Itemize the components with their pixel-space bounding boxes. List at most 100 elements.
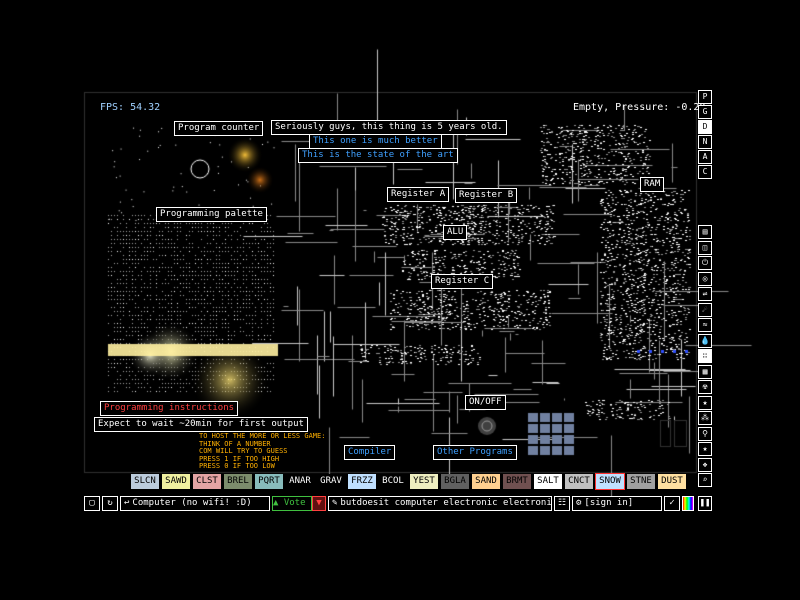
report-button[interactable]: ☷ bbox=[554, 496, 570, 511]
tag-icon: ✎ bbox=[332, 498, 338, 508]
folder-icon: ▢ bbox=[89, 498, 95, 508]
element-button-salt[interactable]: SALT bbox=[534, 474, 562, 489]
side-button-n[interactable]: N bbox=[698, 135, 712, 149]
element-button-sand[interactable]: SAND bbox=[472, 474, 500, 489]
tools-icon: ⚲ bbox=[702, 428, 708, 438]
element-button-bcol[interactable]: BCOL bbox=[379, 474, 407, 489]
sign-compiler[interactable]: Compiler bbox=[344, 445, 396, 460]
instructions-note: TO HOST THE MORE OR LESS GAME: THINK OF … bbox=[199, 432, 326, 470]
bottom-bar: ▢ ↻ ↩ Computer (no wifi! :D) ▲ Vote ▼ ✎ bu… bbox=[84, 496, 714, 511]
category-sensors-button[interactable]: ◎ bbox=[698, 271, 712, 286]
special-icon: ★ bbox=[702, 397, 708, 407]
category-electronics-button[interactable]: ◫ bbox=[698, 240, 712, 255]
tags-button[interactable]: ✎ butdoesit computer electronic electroni… bbox=[328, 496, 552, 511]
fps-counter: FPS: 54.32 bbox=[100, 102, 161, 113]
element-button-sawd[interactable]: SAWD bbox=[162, 474, 190, 489]
liquids-icon: 💧 bbox=[700, 335, 710, 345]
sign-seriously[interactable]: Seriously guys, this thing is 5 years ol… bbox=[271, 120, 507, 135]
category-power-button[interactable]: ⏻ bbox=[698, 256, 712, 270]
save-title-text: Computer (no wifi! :D) bbox=[132, 498, 252, 508]
category-force-button[interactable]: ⇌ bbox=[698, 287, 712, 301]
radioactive-icon: ☢ bbox=[702, 382, 708, 391]
report-icon: ☷ bbox=[557, 498, 567, 508]
sign-programming-palette[interactable]: Programming palette bbox=[156, 207, 267, 222]
sign-in-button[interactable]: ⚙ [sign in] bbox=[572, 496, 662, 511]
sensors-icon: ◎ bbox=[702, 273, 708, 283]
side-button-d[interactable]: D bbox=[698, 120, 712, 134]
decoration-icon: ❖ bbox=[702, 459, 708, 469]
category-solids-button[interactable]: ▦ bbox=[698, 364, 712, 379]
element-button-anar[interactable]: ANAR bbox=[286, 474, 314, 489]
element-button-yest[interactable]: YEST bbox=[410, 474, 438, 489]
pause-button[interactable]: ❚❚ bbox=[698, 496, 712, 511]
reload-button[interactable]: ↻ bbox=[102, 496, 118, 511]
category-decoration-button[interactable]: ❖ bbox=[698, 457, 712, 472]
electronics-icon: ◫ bbox=[702, 242, 708, 252]
sign-on-off[interactable]: ON/OFF bbox=[465, 395, 506, 410]
reload-icon: ↻ bbox=[107, 498, 113, 508]
category-tools-button[interactable]: ⚲ bbox=[698, 426, 712, 441]
element-button-cnct[interactable]: CNCT bbox=[565, 474, 593, 489]
walls-icon: ▤ bbox=[702, 227, 708, 236]
sign-alu[interactable]: ALU bbox=[443, 225, 468, 240]
category-explosives-button[interactable]: ☄ bbox=[698, 302, 712, 317]
category-gases-button[interactable]: ≈ bbox=[698, 318, 712, 332]
sign-ram[interactable]: RAM bbox=[640, 177, 665, 192]
side-button-a[interactable]: A bbox=[698, 150, 712, 164]
category-life-button[interactable]: ⁂ bbox=[698, 411, 712, 425]
thumb-up-icon: ▲ bbox=[273, 498, 279, 508]
save-icon: ↩ bbox=[124, 498, 130, 508]
element-button-pqrt[interactable]: PQRT bbox=[255, 474, 283, 489]
side-button-p[interactable]: P bbox=[698, 90, 712, 104]
element-button-snow[interactable]: SNOW bbox=[595, 473, 625, 490]
element-button-clst[interactable]: CLST bbox=[193, 474, 221, 489]
settings-icon: ✓ bbox=[669, 498, 675, 508]
open-save-button[interactable]: ▢ bbox=[84, 496, 100, 511]
side-button-g[interactable]: G bbox=[698, 105, 712, 119]
powders-icon: ∷ bbox=[702, 351, 708, 360]
element-button-bgla[interactable]: BGLA bbox=[441, 474, 469, 489]
explosives-icon: ☄ bbox=[702, 304, 708, 314]
category-powders-button[interactable]: ∷ bbox=[698, 349, 712, 363]
key-icon: ⚙ bbox=[576, 498, 582, 508]
sign-much-better[interactable]: This one is much better bbox=[309, 134, 442, 149]
life-icon: ⁂ bbox=[701, 413, 709, 422]
sign-expect-wait[interactable]: Expect to wait ~20min for first output bbox=[94, 417, 308, 432]
power-icon: ⏻ bbox=[701, 258, 709, 267]
category-liquids-button[interactable]: 💧 bbox=[698, 333, 712, 348]
sign-state-of-art[interactable]: This is the state of the art bbox=[298, 148, 458, 163]
vote-down-button[interactable]: ▼ bbox=[312, 496, 326, 511]
element-button-dust[interactable]: DUST bbox=[658, 474, 686, 489]
sign-program-counter[interactable]: Program counter bbox=[174, 121, 264, 136]
thumb-down-icon: ▼ bbox=[316, 498, 322, 508]
element-button-frzz[interactable]: FRZZ bbox=[348, 474, 376, 489]
gases-icon: ≈ bbox=[702, 320, 708, 329]
element-button-grav[interactable]: GRAV bbox=[317, 474, 345, 489]
tags-text: butdoesit computer electronic electronic… bbox=[340, 498, 552, 508]
vote-up-button[interactable]: ▲ Vote bbox=[272, 496, 312, 511]
sign-programming-instructions[interactable]: Programming instructions bbox=[100, 401, 239, 416]
category-radioactive-button[interactable]: ☢ bbox=[698, 380, 712, 394]
side-button-c[interactable]: C bbox=[698, 165, 712, 179]
category-walls-button[interactable]: ▤ bbox=[698, 225, 712, 239]
sign-register-a[interactable]: Register A bbox=[387, 187, 450, 202]
vote-label: Vote bbox=[283, 498, 306, 508]
category-search-button[interactable]: ⌕ bbox=[698, 473, 712, 487]
save-title-button[interactable]: ↩ Computer (no wifi! :D) bbox=[120, 496, 270, 511]
search-icon: ⌕ bbox=[702, 475, 708, 484]
element-button-slcn[interactable]: SLCN bbox=[131, 474, 159, 489]
settings-button[interactable]: ✓ bbox=[664, 496, 680, 511]
force-icon: ⇌ bbox=[702, 289, 708, 298]
display-mode-button[interactable] bbox=[682, 496, 694, 511]
category-special-button[interactable]: ★ bbox=[698, 395, 712, 410]
solids-icon: ▦ bbox=[702, 366, 708, 376]
element-button-brmt[interactable]: BRMT bbox=[503, 474, 531, 489]
pressure-status: Empty, Pressure: -0.20 bbox=[573, 102, 706, 113]
element-button-stne[interactable]: STNE bbox=[627, 474, 655, 489]
category-favorites-button[interactable]: ★ bbox=[698, 442, 712, 456]
sign-register-c[interactable]: Register C bbox=[431, 274, 494, 289]
element-button-brel[interactable]: BREL bbox=[224, 474, 252, 489]
pause-icon: ❚❚ bbox=[699, 498, 711, 508]
sign-other-programs[interactable]: Other Programs bbox=[433, 445, 517, 460]
sign-register-b[interactable]: Register B bbox=[455, 188, 518, 203]
